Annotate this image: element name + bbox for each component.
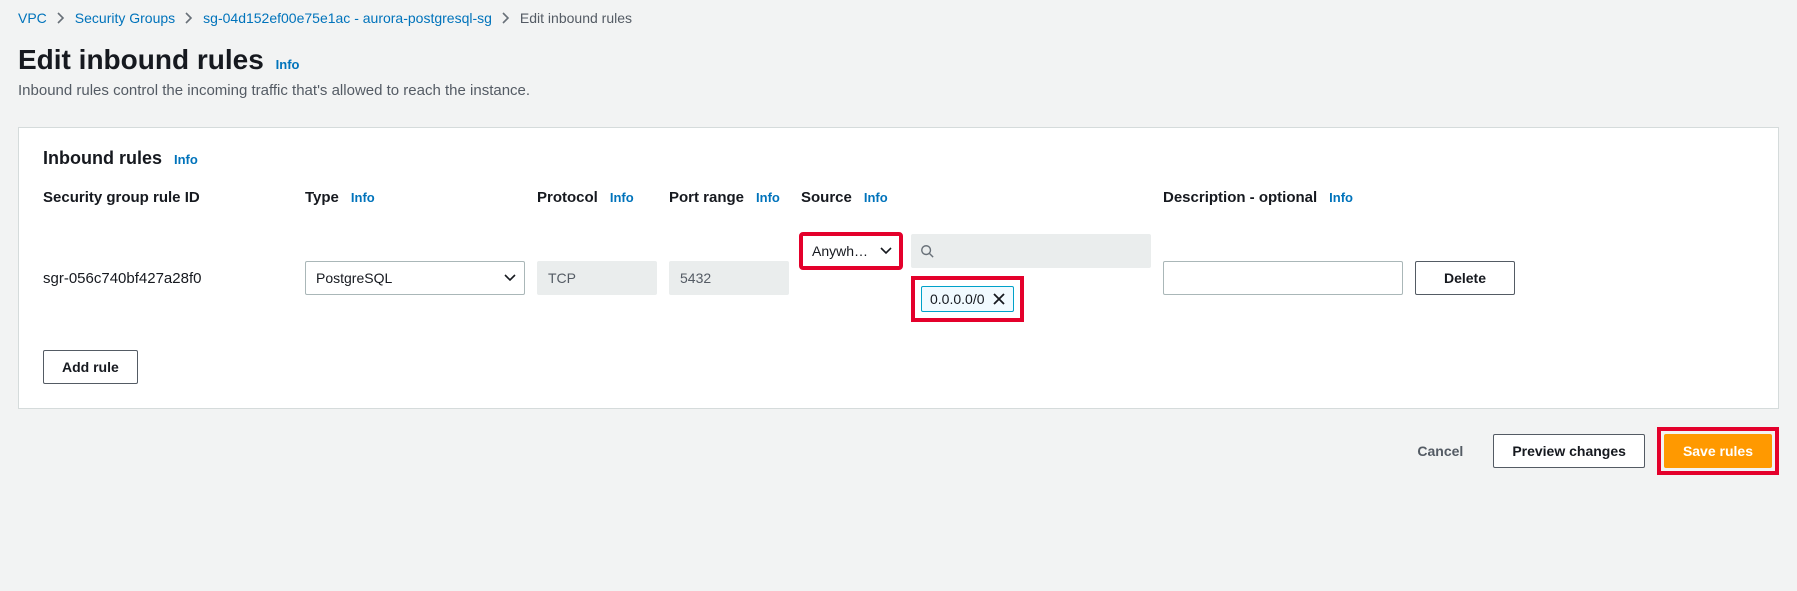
breadcrumb: VPC Security Groups sg-04d152ef00e75e1ac… [18, 0, 1779, 38]
col-port-range: Port range [669, 189, 744, 206]
caret-down-icon [504, 274, 516, 282]
page-header: Edit inbound rules Info Inbound rules co… [18, 38, 1779, 127]
delete-rule-button[interactable]: Delete [1415, 261, 1515, 295]
source-chip-highlight: 0.0.0.0/0 [911, 276, 1024, 322]
page-info-link[interactable]: Info [276, 57, 300, 72]
port-range-readonly: 5432 [669, 261, 789, 295]
col-rule-id: Security group rule ID [43, 189, 200, 206]
page-title: Edit inbound rules [18, 44, 264, 76]
search-icon [920, 244, 934, 258]
col-protocol-info[interactable]: Info [610, 190, 634, 205]
save-button-highlight: Save rules [1657, 427, 1779, 475]
page-description: Inbound rules control the incoming traff… [18, 82, 1779, 99]
inbound-rules-panel: Inbound rules Info Security group rule I… [18, 127, 1779, 409]
source-chip-label: 0.0.0.0/0 [930, 291, 985, 307]
caret-down-icon [880, 247, 892, 255]
source-select[interactable]: Anywh… [801, 234, 901, 268]
footer-actions: Cancel Preview changes Save rules [18, 427, 1779, 475]
col-protocol: Protocol [537, 189, 598, 206]
add-rule-button[interactable]: Add rule [43, 350, 138, 384]
col-source-info[interactable]: Info [864, 190, 888, 205]
table-header: Security group rule ID Type Info Protoco… [43, 189, 1754, 206]
chevron-right-icon [502, 12, 510, 24]
type-select-value: PostgreSQL [316, 270, 392, 286]
rule-id-value: sgr-056c740bf427a28f0 [43, 270, 293, 287]
panel-info-link[interactable]: Info [174, 152, 198, 167]
source-search-input[interactable] [942, 235, 1150, 267]
source-chip: 0.0.0.0/0 [921, 286, 1014, 312]
description-input[interactable] [1163, 261, 1403, 295]
cancel-button[interactable]: Cancel [1399, 434, 1481, 468]
source-search[interactable] [911, 234, 1151, 268]
col-type-info[interactable]: Info [351, 190, 375, 205]
col-description-info[interactable]: Info [1329, 190, 1353, 205]
table-row: sgr-056c740bf427a28f0 PostgreSQL TCP 543… [43, 234, 1754, 322]
panel-title: Inbound rules [43, 148, 162, 169]
breadcrumb-security-group-detail[interactable]: sg-04d152ef00e75e1ac - aurora-postgresql… [203, 10, 492, 26]
protocol-readonly: TCP [537, 261, 657, 295]
col-description: Description - optional [1163, 189, 1317, 206]
col-source: Source [801, 189, 852, 206]
chevron-right-icon [57, 12, 65, 24]
preview-changes-button[interactable]: Preview changes [1493, 434, 1645, 468]
source-select-value: Anywh… [812, 243, 868, 259]
breadcrumb-vpc[interactable]: VPC [18, 10, 47, 26]
chevron-right-icon [185, 12, 193, 24]
save-rules-button[interactable]: Save rules [1664, 434, 1772, 468]
breadcrumb-security-groups[interactable]: Security Groups [75, 10, 175, 26]
close-icon[interactable] [993, 293, 1005, 305]
type-select[interactable]: PostgreSQL [305, 261, 525, 295]
col-port-range-info[interactable]: Info [756, 190, 780, 205]
breadcrumb-current: Edit inbound rules [520, 10, 632, 26]
col-type: Type [305, 189, 339, 206]
